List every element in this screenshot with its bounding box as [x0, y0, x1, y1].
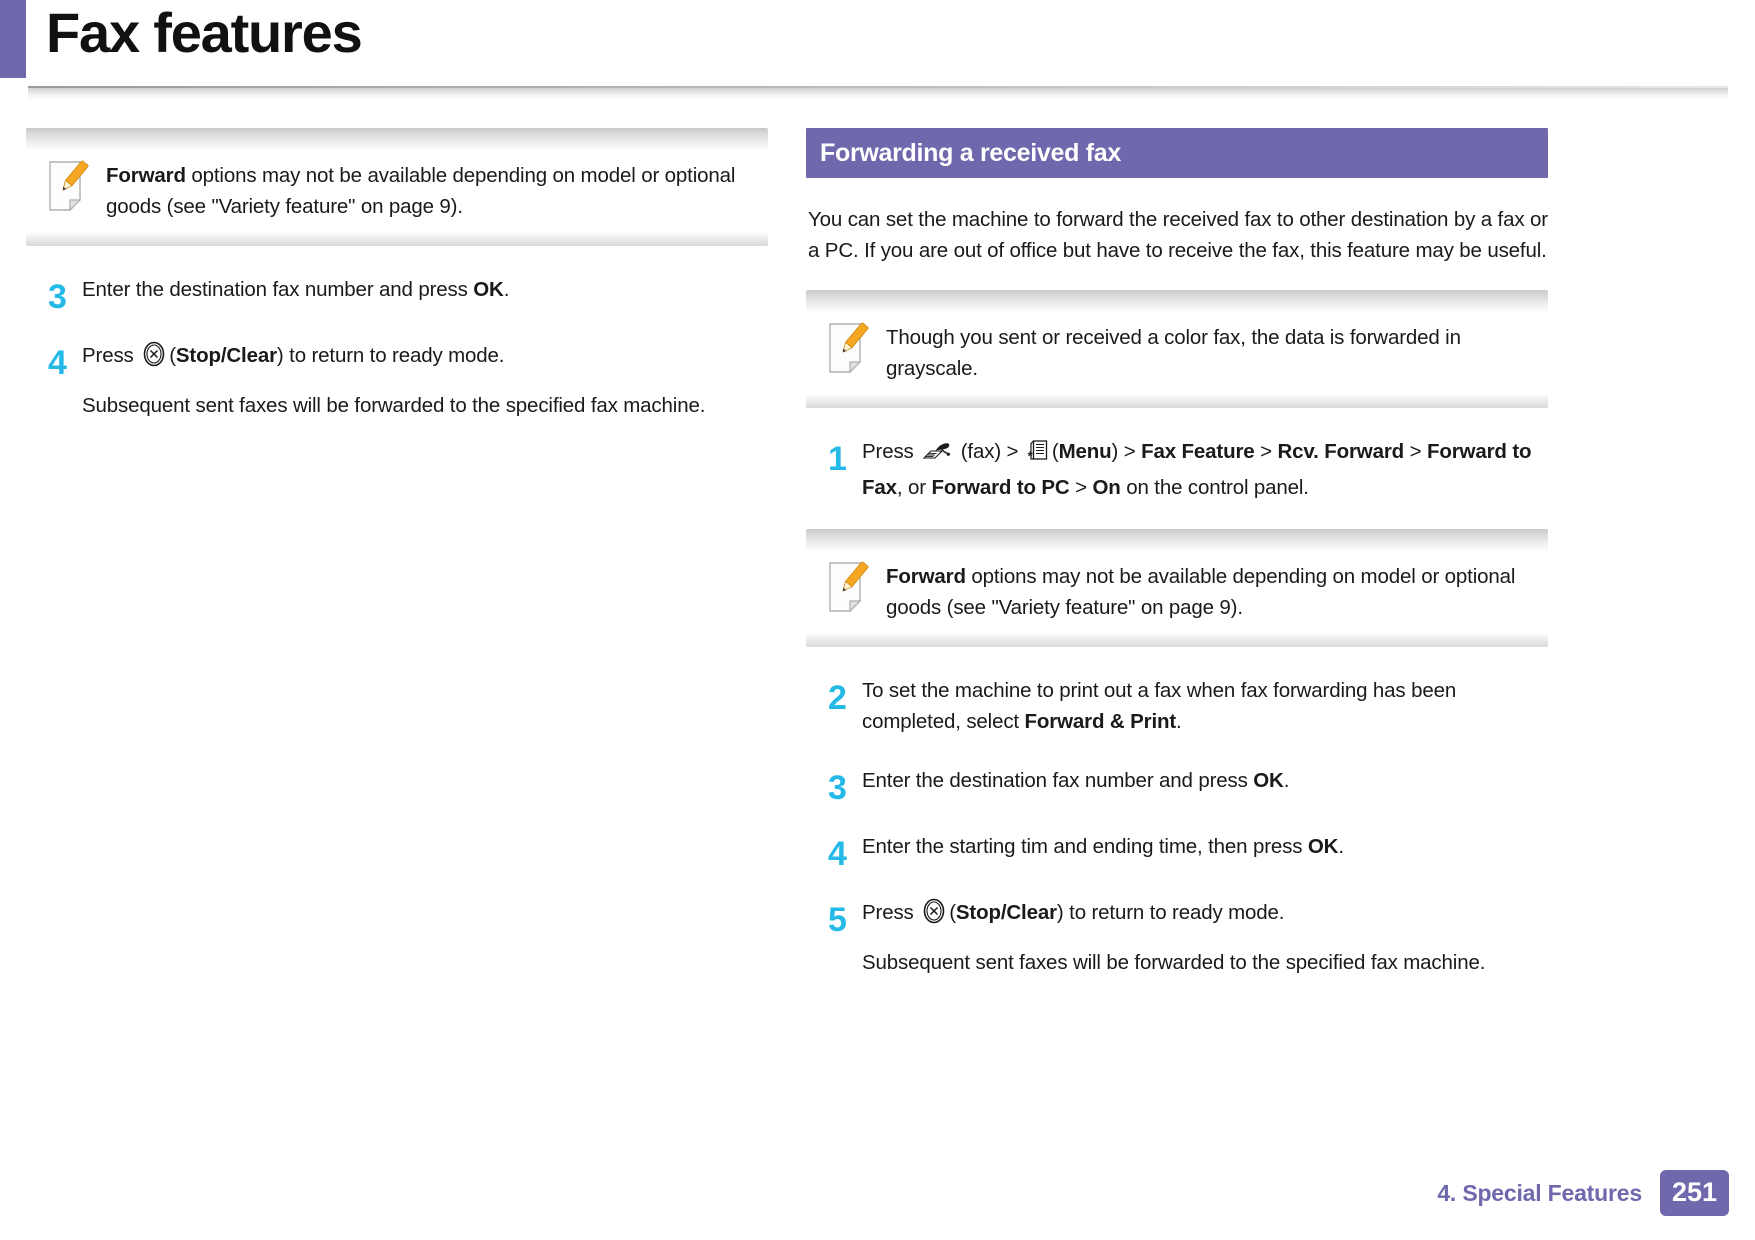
step-subtext: Subsequent sent faxes will be forwarded …: [862, 951, 1486, 974]
note-rest: options may not be available depending o…: [886, 565, 1516, 619]
step-text-after: .: [1283, 769, 1290, 792]
step-seg-after-menu: ) >: [1111, 440, 1142, 463]
step-item: 4 Press (Stop/Clear) to return to ready …: [26, 338, 768, 421]
note-foot: [806, 633, 1548, 647]
step-bold-keyword: OK: [473, 278, 504, 301]
left-steps-list: 3 Enter the destination fax number and p…: [26, 272, 768, 421]
stop-clear-icon: [142, 341, 166, 376]
step-bold-keyword: Forward & Print: [1024, 710, 1177, 733]
right-steps-list-part2: 2 To set the machine to print out a fax …: [806, 673, 1548, 978]
step-text-after: .: [503, 278, 510, 301]
step-text-before: Enter the starting tim and ending time, …: [862, 835, 1308, 858]
step-text-after: .: [1338, 835, 1344, 858]
step-bold-rcv-forward: Rcv. Forward: [1277, 440, 1405, 463]
note-text: Though you sent or received a color fax,…: [886, 326, 1461, 380]
left-column: Forward options may not be available dep…: [26, 128, 768, 447]
step-seg-press: Press: [862, 440, 920, 463]
step-text: Press (Stop/Clear) to return to ready mo…: [862, 895, 1548, 978]
note-text: Forward options may not be available dep…: [106, 158, 764, 222]
svg-text:*: *: [1028, 449, 1034, 464]
step-text: Enter the destination fax number and pre…: [82, 272, 768, 305]
section-heading-bar: Forwarding a received fax: [806, 128, 1548, 178]
footer-page-number: 251: [1659, 1170, 1729, 1216]
step-text-before: Press: [82, 344, 140, 367]
footer-chapter-label: 4. Special Features: [1437, 1179, 1642, 1206]
step-bold-keyword: OK: [1307, 835, 1339, 858]
step-item: 3 Enter the destination fax number and p…: [26, 272, 768, 316]
page-title: Fax features: [46, 1, 363, 64]
fax-icon: [922, 441, 952, 472]
note-foot: [26, 232, 768, 246]
step-text-before: Enter the destination fax number and pre…: [862, 769, 1254, 792]
page-footer: 4. Special Features 251: [0, 1162, 1755, 1216]
step-text-after: ) to return to ready mode.: [276, 344, 505, 367]
note-rest: options may not be available depending o…: [106, 164, 736, 218]
step-bold-keyword: Stop/Clear: [175, 344, 277, 367]
note-bold-lead: Forward: [106, 164, 186, 187]
step-seg-gt3: >: [1069, 476, 1093, 499]
step-seg-or: , or: [896, 476, 932, 499]
step-bold-on: On: [1092, 476, 1121, 499]
step-number: 5: [828, 901, 847, 939]
step-bold-keyword: Stop/Clear: [955, 901, 1057, 924]
footer-inner: 4. Special Features 251: [1437, 1170, 1729, 1216]
step-subtext: Subsequent sent faxes will be forwarded …: [82, 394, 706, 417]
step-item: 3 Enter the destination fax number and p…: [806, 763, 1548, 807]
step-number: 1: [828, 440, 847, 478]
step-number: 2: [828, 679, 847, 717]
note-pencil-icon: [826, 322, 872, 374]
header-accent-bar: [0, 0, 26, 78]
note-body: Forward options may not be available dep…: [26, 150, 768, 232]
note-cap: [806, 529, 1548, 551]
note-body: Though you sent or received a color fax,…: [806, 312, 1548, 394]
header-divider-rule: [28, 86, 1728, 100]
right-column: Forwarding a received fax You can set th…: [806, 128, 1548, 1004]
note-pencil-icon: [826, 561, 872, 613]
note-cap: [26, 128, 768, 150]
step-text: Enter the destination fax number and pre…: [862, 763, 1548, 796]
step-text-before: Press: [862, 901, 920, 924]
step-text-after: ) to return to ready mode.: [1056, 901, 1285, 924]
step-item: 4 Enter the starting tim and ending time…: [806, 829, 1548, 873]
step-text: To set the machine to print out a fax wh…: [862, 673, 1548, 737]
step-text-before: Enter the destination fax number and pre…: [82, 278, 474, 301]
note-cap: [806, 290, 1548, 312]
note-box-grayscale: Though you sent or received a color fax,…: [806, 290, 1548, 408]
step-number: 3: [828, 769, 847, 807]
step-bold-menu: Menu: [1058, 440, 1112, 463]
step-number: 4: [828, 835, 847, 873]
intro-paragraph: You can set the machine to forward the r…: [808, 208, 1548, 262]
step-bold-forward-to-pc: Forward to PC: [931, 476, 1070, 499]
step-item: 1 Press (fax) > * (Menu) > Fax Feature > …: [806, 434, 1548, 503]
step-seg-fax-label: (fax) >: [955, 440, 1024, 463]
menu-icon: *: [1027, 439, 1049, 472]
note-foot: [806, 394, 1548, 408]
note-box-forward-options-right: Forward options may not be available dep…: [806, 529, 1548, 647]
step-item: 2 To set the machine to print out a fax …: [806, 673, 1548, 737]
note-body: Forward options may not be available dep…: [806, 551, 1548, 633]
step-seg-menu-paren: (: [1051, 440, 1059, 463]
step-seg-gt1: >: [1254, 440, 1278, 463]
step-paren-open: (: [169, 344, 176, 367]
step-number: 3: [48, 278, 67, 316]
note-bold-lead: Forward: [886, 565, 966, 588]
page-header: Fax features: [0, 0, 1755, 100]
step-seg-gt2: >: [1404, 440, 1427, 463]
step-text: Enter the starting tim and ending time, …: [862, 829, 1548, 862]
step-number: 4: [48, 344, 67, 382]
step-item: 5 Press (Stop/Clear) to return to ready …: [806, 895, 1548, 978]
note-pencil-icon: [46, 160, 92, 212]
right-steps-list-part1: 1 Press (fax) > * (Menu) > Fax Feature > …: [806, 434, 1548, 503]
stop-clear-icon: [922, 898, 946, 933]
step-text-after: .: [1176, 710, 1182, 733]
note-text: Forward options may not be available dep…: [886, 559, 1544, 623]
step-seg-tail: on the control panel.: [1120, 476, 1309, 499]
note-box-forward-options-left: Forward options may not be available dep…: [26, 128, 768, 246]
step-text: Press (Stop/Clear) to return to ready mo…: [82, 338, 768, 421]
section-heading-title: Forwarding a received fax: [820, 138, 1121, 167]
step-paren-open: (: [949, 901, 956, 924]
step-bold-keyword: OK: [1253, 769, 1284, 792]
step-bold-fax-feature: Fax Feature: [1141, 440, 1255, 463]
step-text: Press (fax) > * (Menu) > Fax Feature > Rc…: [862, 434, 1548, 503]
